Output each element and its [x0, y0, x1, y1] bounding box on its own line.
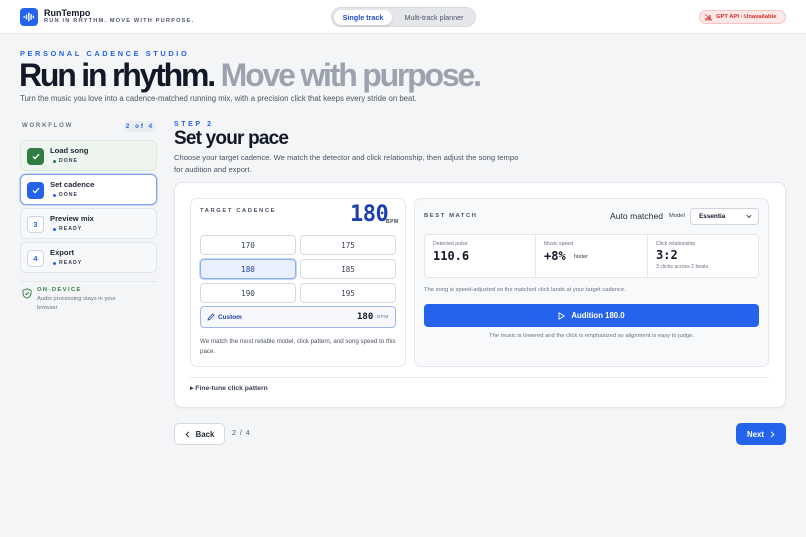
chevron-left-icon: [185, 430, 190, 438]
custom-label: Custom: [218, 314, 242, 321]
check-icon: [27, 148, 44, 165]
bpm-option-190[interactable]: 190: [200, 283, 296, 303]
tab-single-track[interactable]: Single track: [334, 10, 392, 25]
chevron-down-icon: [746, 214, 752, 219]
step-description: Choose your target cadence. We match the…: [174, 153, 519, 174]
workflow-step-export[interactable]: 4 Export READY: [20, 242, 157, 273]
app-name: RunTempo: [44, 8, 91, 18]
page-indicator: 2 / 4: [232, 430, 251, 437]
bpm-option-170[interactable]: 170: [200, 235, 296, 255]
workflow-step-set-cadence[interactable]: Set cadence DONE: [20, 174, 157, 205]
model-select-value: Essentia: [699, 213, 726, 220]
workflow-step-preview-mix[interactable]: 3 Preview mix READY: [20, 208, 157, 239]
best-match-note: The song is speed-adjusted so the matche…: [424, 287, 626, 293]
auto-matched-label: Auto matched: [610, 211, 664, 221]
best-match-label: BEST MATCH: [424, 213, 478, 219]
stat-value: 110.6: [433, 249, 470, 263]
audition-label: Audition 180.0: [571, 311, 625, 320]
api-status-text: GPT API · Unavailable: [716, 14, 777, 20]
on-device-text: Audio processing stays in your browser: [37, 296, 116, 311]
step-number: 4: [27, 250, 44, 267]
on-device-title: ON-DEVICE: [37, 287, 82, 293]
bpm-option-180[interactable]: 180: [200, 259, 296, 279]
model-label: Model: [669, 213, 685, 219]
target-cadence-note: We match the most reliable model, click …: [200, 338, 396, 355]
custom-bpm-field[interactable]: Custom 180 BPM: [200, 306, 396, 328]
workflow-step-status: READY: [53, 260, 82, 266]
custom-bpm-value: 180: [357, 312, 374, 322]
next-button[interactable]: Next: [736, 423, 786, 445]
step-title: Set your pace: [174, 128, 289, 149]
mode-switch: Single track Multi-track planner: [331, 7, 476, 27]
workflow-step-label: Set cadence: [50, 180, 95, 189]
hero-title: Run in rhythm. Move with purpose.: [19, 56, 482, 94]
custom-bpm-unit: BPM: [377, 315, 389, 320]
stat-suffix: faster: [574, 254, 588, 260]
hero-subtitle: Turn the music you love into a cadence-m…: [20, 94, 417, 103]
workflow-title: WORKFLOW: [22, 123, 74, 129]
hero-title-secondary: Move with purpose.: [220, 57, 482, 93]
workflow-step-label: Preview mix: [50, 214, 94, 223]
workflow-step-label: Export: [50, 248, 75, 257]
detected-pulse-stat: Detected pulse 110.6: [424, 234, 536, 278]
bpm-option-185[interactable]: 185: [300, 259, 396, 279]
chevron-right-icon: [770, 430, 775, 438]
stat-caption: Detected pulse: [433, 241, 468, 247]
target-cadence-value: 180: [350, 202, 389, 227]
workflow-step-count: 2 of 4: [124, 121, 156, 132]
stat-value: 3:2: [656, 248, 678, 262]
pencil-icon: [207, 313, 215, 321]
api-status-badge: GPT API · Unavailable: [699, 10, 786, 24]
check-icon: [27, 182, 44, 199]
click-relationship-stat: Click relationship 3:2 3 clicks across 2…: [647, 234, 759, 278]
workflow-step-load-song[interactable]: Load song DONE: [20, 140, 157, 171]
play-icon: [558, 311, 565, 320]
top-bar: RunTempo RUN IN RHYTHM. MOVE WITH PURPOS…: [0, 0, 806, 34]
divider: [20, 281, 157, 282]
tab-multi-track-planner[interactable]: Multi-track planner: [394, 10, 474, 25]
audition-note: The music is lowered and the click is em…: [489, 333, 694, 339]
step-number: 3: [27, 216, 44, 233]
music-speed-stat: Music speed +8% faster: [536, 234, 648, 278]
bpm-option-175[interactable]: 175: [300, 235, 396, 255]
back-button[interactable]: Back: [174, 423, 225, 445]
workflow-step-status: DONE: [53, 158, 78, 164]
workflow-step-label: Load song: [50, 146, 89, 155]
signal-off-icon: [705, 14, 713, 21]
audition-button[interactable]: Audition 180.0: [424, 304, 759, 327]
app-tagline: RUN IN RHYTHM. MOVE WITH PURPOSE.: [44, 18, 195, 24]
stat-caption: Music speed: [544, 241, 574, 247]
next-label: Next: [747, 429, 764, 439]
stat-value: +8%: [544, 249, 566, 263]
target-cadence-label: TARGET CADENCE: [200, 208, 277, 214]
back-label: Back: [195, 429, 215, 439]
shield-check-icon: [22, 288, 32, 299]
model-select[interactable]: Essentia: [690, 208, 759, 225]
waveform-logo-icon: [20, 8, 38, 26]
hero-title-primary: Run in rhythm.: [19, 57, 216, 93]
stat-caption: Click relationship: [656, 241, 696, 247]
workflow-step-status: DONE: [53, 192, 78, 198]
target-cadence-unit: BPM: [386, 219, 399, 225]
stat-subtext: 3 clicks across 2 beats: [656, 264, 709, 270]
workflow-step-status: READY: [53, 226, 82, 232]
divider: [190, 377, 769, 378]
bpm-option-195[interactable]: 195: [300, 283, 396, 303]
step-eyebrow: STEP 2: [174, 121, 214, 128]
fine-tune-click-pattern-toggle[interactable]: ▸ Fine-tune click pattern: [190, 384, 268, 392]
